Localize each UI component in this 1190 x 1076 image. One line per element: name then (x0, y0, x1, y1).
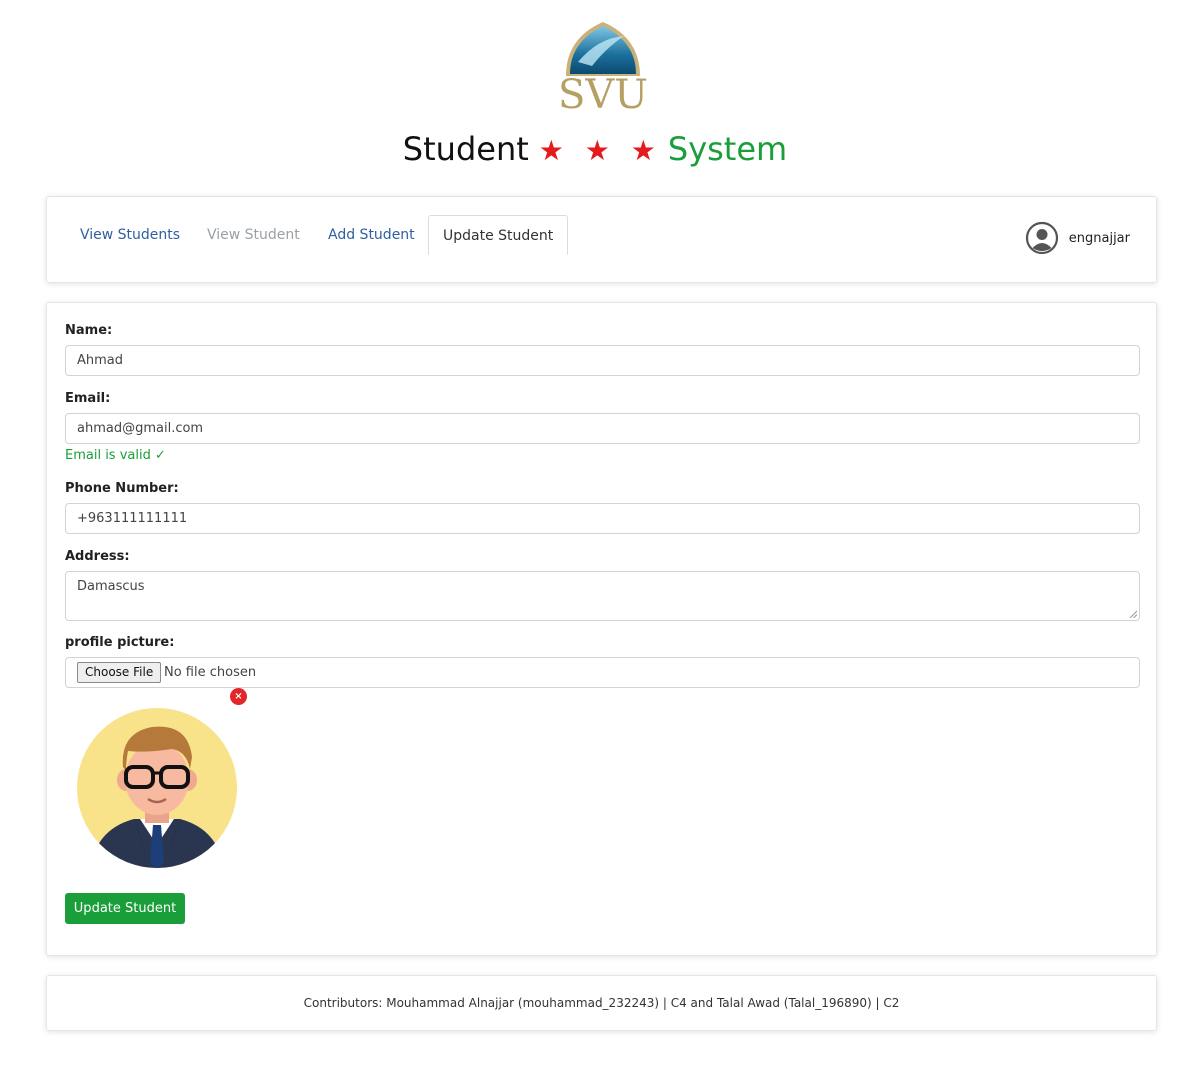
choose-file-button[interactable]: Choose File (77, 662, 162, 683)
username: engnajjar (1068, 230, 1130, 246)
profile-picture-label: profile picture: (65, 635, 175, 650)
address-label: Address: (65, 549, 130, 564)
contributors-text: Contributors: Mouhammad Alnajjar (mouham… (303, 996, 900, 1010)
phone-label: Phone Number: (65, 481, 179, 496)
tab-update-student[interactable]: Update Student (428, 215, 569, 255)
email-validation-message: Email is valid ✓ (65, 448, 166, 463)
update-student-button[interactable]: Update Student (65, 893, 185, 924)
email-input[interactable]: ahmad@gmail.com (65, 413, 1140, 444)
tab-view-student[interactable]: View Student (193, 215, 314, 255)
title-student: Student (402, 130, 529, 168)
nav-card: View Students View Student Add Student U… (46, 196, 1157, 283)
phone-input[interactable]: +963111111111 (65, 503, 1140, 534)
tab-view-students[interactable]: View Students (66, 215, 194, 255)
tab-add-student[interactable]: Add Student (314, 215, 429, 255)
profile-picture-file-input: Choose File No file chosen (65, 657, 1140, 688)
update-student-form: Name: Ahmad Email: ahmad@gmail.com Email… (46, 302, 1157, 956)
name-input[interactable]: Ahmad (65, 345, 1140, 376)
footer-card: Contributors: Mouhammad Alnajjar (mouham… (46, 975, 1157, 1031)
email-label: Email: (65, 391, 111, 406)
address-textarea[interactable]: Damascus (65, 571, 1140, 621)
address-value: Damascus (77, 579, 145, 594)
svu-logo: SVU (558, 18, 648, 118)
page-title: Student ★ ★ ★ System (0, 124, 1190, 174)
resize-handle-icon[interactable] (1129, 610, 1137, 618)
user-menu[interactable]: engnajjar (1025, 221, 1130, 255)
remove-picture-button[interactable]: × (230, 688, 247, 705)
user-circle-icon (1025, 221, 1058, 255)
profile-avatar (76, 707, 238, 869)
file-status: No file chosen (164, 665, 257, 680)
name-label: Name: (65, 323, 113, 338)
title-system: System (667, 130, 788, 168)
svg-text:SVU: SVU (558, 72, 648, 114)
title-stars: ★ ★ ★ (538, 134, 662, 167)
